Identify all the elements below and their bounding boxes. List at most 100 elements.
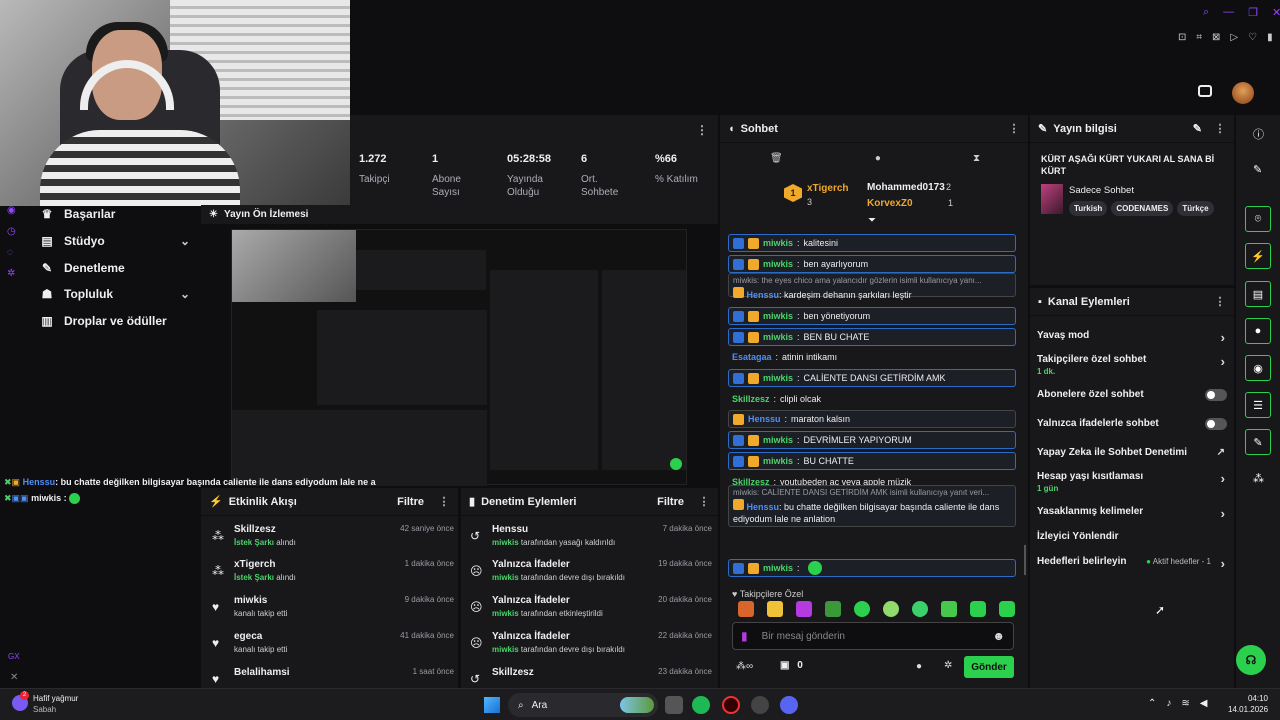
nav-moderation[interactable]: ✎ Denetleme	[40, 261, 190, 275]
close-small-icon[interactable]: ✕	[10, 672, 18, 683]
chat-username[interactable]: miwkis	[763, 332, 793, 342]
more-icon[interactable]: ⋮	[1008, 122, 1020, 135]
clock[interactable]: 04:10 14.01.2026	[1228, 694, 1268, 714]
tag[interactable]: Türkçe	[1177, 201, 1214, 216]
discord-icon[interactable]	[780, 696, 798, 714]
chat-username[interactable]: miwkis	[763, 238, 793, 248]
chat-message[interactable]: miwkis:	[728, 559, 1016, 577]
volume-icon[interactable]: ◀	[1200, 698, 1208, 709]
chat-username[interactable]: Esatagaa	[732, 352, 772, 362]
gifter-second[interactable]: Mohammed0173	[867, 182, 945, 193]
pin-icon[interactable]: ⊡	[1178, 32, 1186, 43]
list-icon[interactable]: ☰	[1245, 392, 1271, 418]
feed-item[interactable]: xTigerch İstek Şarkı alındı 1 dakika önce	[234, 559, 454, 582]
tag[interactable]: Turkish	[1069, 201, 1108, 216]
channel-action-item[interactable]: Hesap yaşı kısıtlaması 1 gün ›	[1037, 471, 1227, 493]
scrollbar[interactable]	[1024, 545, 1026, 575]
heart-icon[interactable]: ♡	[1248, 32, 1257, 43]
broadcast-icon[interactable]: ◉	[1245, 355, 1271, 381]
chevron-up-icon[interactable]: ⌃	[1148, 698, 1156, 709]
emote-icon[interactable]	[941, 601, 957, 617]
nav-community[interactable]: ☗ Topluluk ⌄	[40, 287, 190, 301]
shield-icon[interactable]: ⊠	[1212, 32, 1220, 43]
info-icon[interactable]: ⓘ	[1253, 126, 1264, 142]
settings-icon[interactable]: ✲	[7, 268, 16, 279]
chat-message[interactable]: Henssu: maraton kalsın	[728, 410, 1016, 428]
mic-icon[interactable]: ♪	[1166, 698, 1171, 709]
chat-username[interactable]: miwkis	[763, 435, 793, 445]
opera-gx-icon[interactable]	[722, 696, 740, 714]
sidebar-icon[interactable]: ▮	[1267, 32, 1273, 43]
emote-icon[interactable]	[999, 601, 1015, 617]
chat-message[interactable]: miwkis: CALİENTE DANSI GETİRDİM AMK	[728, 369, 1016, 387]
channel-action-item[interactable]: Takipçilere özel sohbet 1 dk. ›	[1037, 354, 1227, 376]
feed-item[interactable]: Skillzesz İstek Şarkı alındı 42 saniye önc…	[234, 524, 454, 547]
chat-message[interactable]: Esatagaa: atinin intikamı	[728, 348, 1016, 366]
more-icon[interactable]: ⋮	[438, 495, 450, 508]
points-icon[interactable]: ⁂∞	[736, 661, 753, 672]
more-icon[interactable]: ⋮	[1214, 295, 1226, 308]
crop-icon[interactable]: ⌗	[1196, 32, 1202, 43]
task-view-icon[interactable]	[665, 696, 683, 714]
community-icon[interactable]: ⁂	[1253, 472, 1264, 485]
channel-action-item[interactable]: Yapay Zeka ile Sohbet Denetimi ↗	[1037, 447, 1227, 458]
gear-icon[interactable]: ✲	[944, 660, 952, 671]
nav-achievements[interactable]: ♛ Başarılar	[40, 207, 190, 221]
toggle-switch[interactable]	[1205, 389, 1227, 401]
steam-icon[interactable]	[751, 696, 769, 714]
feed-item[interactable]: Yalnızca İfadeler miwkis tarafından devre…	[492, 559, 712, 582]
chat-input[interactable]: ▮ Bir mesaj gönderin ☻	[732, 622, 1014, 650]
more-icon[interactable]: ⋮	[1214, 122, 1226, 135]
channel-action-item[interactable]: Abonelere özel sohbet	[1037, 389, 1227, 401]
channel-action-item[interactable]: Yavaş mod ›	[1037, 330, 1227, 345]
emote-icon[interactable]	[796, 601, 812, 617]
chat-message[interactable]: miwkis: kalitesini	[728, 234, 1016, 252]
feed-item[interactable]: Belalihamsi 1 saat önce	[234, 667, 454, 678]
preview-video[interactable]	[231, 229, 687, 486]
search-icon[interactable]: ⌕	[1203, 6, 1209, 19]
emote-icon[interactable]	[854, 601, 870, 617]
tag[interactable]: CODENAMES	[1111, 201, 1174, 216]
feed-item[interactable]: Skillzesz 23 dakika önce	[492, 667, 712, 678]
chat-username[interactable]: Skillzesz	[732, 394, 770, 404]
category-name[interactable]: Sadece Sohbet	[1069, 185, 1134, 196]
close-icon[interactable]: ✕	[1272, 6, 1280, 19]
rail-icon[interactable]: ◷	[7, 226, 16, 237]
chat-icon[interactable]: ●	[1245, 318, 1271, 344]
chat-message[interactable]: Skillzesz: clipli olcak	[728, 390, 1016, 408]
emote-icon[interactable]	[912, 601, 928, 617]
trash-icon[interactable]: 🗑	[770, 153, 783, 164]
feed-item[interactable]: miwkis kanalı takip etti 9 dakika önce	[234, 595, 454, 618]
restore-icon[interactable]: ❐	[1248, 6, 1258, 19]
emote-icon[interactable]	[738, 601, 754, 617]
gift-box-icon[interactable]	[1198, 85, 1212, 97]
wrench-icon[interactable]: ✎	[1245, 429, 1271, 455]
chat-message[interactable]: miwkis: ben yönetiyorum	[728, 307, 1016, 325]
chat-message[interactable]: miwkis: BU CHATTE	[728, 452, 1016, 470]
minimize-icon[interactable]: —	[1223, 6, 1234, 19]
camera-icon[interactable]: ⌾	[1245, 206, 1271, 232]
document-icon[interactable]: ▤	[1245, 281, 1271, 307]
emote-icon[interactable]	[767, 601, 783, 617]
more-icon[interactable]: ⋮	[698, 495, 710, 508]
channel-action-item[interactable]: Yalnızca ifadelerle sohbet	[1037, 418, 1227, 430]
channel-action-item[interactable]: Yasaklanmış kelimeler ›	[1037, 506, 1227, 521]
chat-message[interactable]: miwkis: BEN BU CHATE	[728, 328, 1016, 346]
chat-reply-message[interactable]: miwkis: CALİENTE DANSI GETİRDİM AMK isim…	[728, 485, 1016, 527]
chat-username[interactable]: miwkis	[763, 311, 793, 321]
rail-icon[interactable]: ◉	[7, 205, 16, 216]
chat-username[interactable]: Henssu	[747, 290, 780, 300]
chat-bubble-icon[interactable]: ●	[916, 661, 922, 672]
toggle-switch[interactable]	[1205, 418, 1227, 430]
send-button[interactable]: Gönder	[964, 656, 1014, 678]
windows-start-icon[interactable]	[484, 697, 500, 713]
wifi-icon[interactable]: ≋	[1181, 698, 1189, 709]
top-gifter[interactable]: xTigerch	[807, 183, 849, 194]
channel-action-item[interactable]: Hedefleri belirleyin › ● Aktif hedefler - …	[1037, 556, 1227, 571]
feed-item[interactable]: Yalnızca İfadeler miwkis tarafından etkin…	[492, 595, 712, 618]
chat-username[interactable]: miwkis	[763, 456, 793, 466]
chat-message[interactable]: miwkis: ben ayarlıyorum	[728, 255, 1016, 273]
funnel-icon[interactable]: ⏷	[868, 215, 876, 226]
emote-icon[interactable]	[883, 601, 899, 617]
chat-reply-message[interactable]: miwkis: the eyes chico ama yalancıdır gö…	[728, 273, 1016, 300]
